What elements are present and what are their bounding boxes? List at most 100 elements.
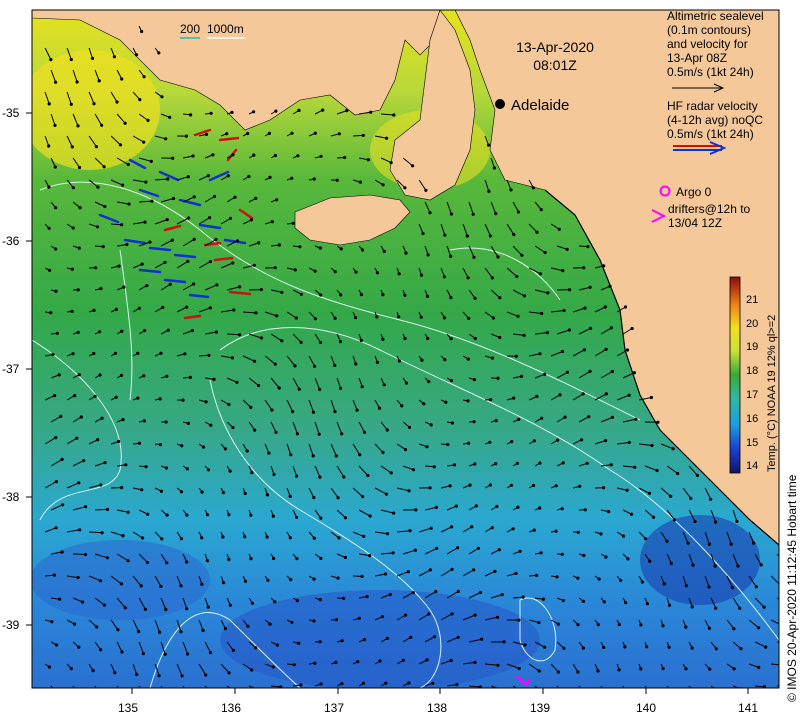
velocity-arrow-head bbox=[476, 546, 480, 550]
velocity-arrow-head bbox=[639, 623, 643, 627]
velocity-arrow-head bbox=[145, 284, 149, 288]
velocity-arrow-head bbox=[142, 374, 146, 378]
velocity-arrow-head bbox=[161, 305, 165, 309]
velocity-arrow-head bbox=[713, 564, 717, 568]
velocity-arrow-head bbox=[490, 276, 494, 280]
velocity-arrow-head bbox=[150, 199, 154, 203]
velocity-arrow-head bbox=[732, 667, 736, 671]
velocity-arrow-head bbox=[581, 646, 586, 650]
velocity-arrow-head bbox=[708, 667, 712, 671]
velocity-arrow-head bbox=[100, 531, 104, 535]
velocity-arrow-head bbox=[185, 607, 189, 611]
velocity-arrow-head bbox=[354, 362, 358, 366]
velocity-arrow-head bbox=[532, 439, 537, 443]
velocity-arrow-head bbox=[53, 688, 56, 691]
velocity-arrow-head bbox=[389, 161, 393, 165]
velocity-arrow-head bbox=[540, 416, 544, 420]
legend-drifter-line2: 13/04 12Z bbox=[668, 216, 722, 230]
velocity-arrow-head bbox=[208, 260, 212, 264]
velocity-arrow-head bbox=[358, 180, 362, 184]
velocity-arrow-head bbox=[55, 643, 59, 647]
velocity-arrow-head bbox=[604, 347, 608, 351]
velocity-arrow-head bbox=[317, 432, 321, 436]
velocity-arrow-head bbox=[293, 364, 297, 368]
velocity-arrow-head bbox=[366, 473, 370, 478]
velocity-arrow-head bbox=[339, 386, 343, 390]
velocity-arrow-head bbox=[624, 601, 628, 605]
adelaide-label: Adelaide bbox=[511, 97, 569, 114]
lon-tick-140: 140 bbox=[636, 701, 656, 715]
velocity-arrow-head bbox=[321, 108, 325, 112]
velocity-arrow-head bbox=[556, 670, 561, 674]
velocity-arrow-head bbox=[617, 622, 621, 627]
velocity-arrow-head bbox=[546, 291, 550, 295]
velocity-arrow-head bbox=[467, 316, 471, 320]
velocity-arrow-head bbox=[318, 598, 322, 602]
velocity-arrow-head bbox=[537, 669, 541, 673]
velocity-arrow-head bbox=[266, 578, 270, 582]
velocity-arrow-head bbox=[586, 245, 590, 249]
velocity-arrow-head bbox=[557, 227, 561, 231]
velocity-arrow-head bbox=[145, 560, 150, 565]
velocity-arrow-head bbox=[235, 239, 240, 243]
velocity-arrow-head bbox=[684, 625, 688, 629]
velocity-arrow-head bbox=[470, 525, 474, 529]
velocity-arrow-head bbox=[757, 626, 761, 630]
velocity-arrow-head bbox=[246, 624, 250, 628]
velocity-arrow-head bbox=[560, 349, 565, 354]
velocity-arrow-head bbox=[119, 582, 123, 586]
velocity-arrow-head bbox=[509, 188, 513, 192]
velocity-arrow-head bbox=[238, 333, 242, 337]
velocity-arrow-head bbox=[381, 183, 385, 187]
velocity-arrow-head bbox=[204, 400, 208, 404]
velocity-arrow-head bbox=[267, 131, 271, 135]
velocity-arrow-head bbox=[231, 648, 235, 653]
velocity-arrow-head bbox=[163, 652, 167, 656]
velocity-arrow-head bbox=[493, 569, 497, 573]
velocity-arrow-head bbox=[661, 624, 665, 628]
cold-patch bbox=[220, 590, 540, 688]
velocity-arrow-head bbox=[343, 516, 348, 520]
velocity-arrow-head bbox=[617, 668, 621, 672]
velocity-arrow-head bbox=[96, 185, 100, 189]
velocity-arrow-head bbox=[562, 694, 565, 697]
velocity-arrow-head bbox=[273, 600, 277, 604]
velocity-arrow-head bbox=[543, 250, 547, 255]
velocity-arrow-head bbox=[554, 529, 558, 533]
velocity-arrow-head bbox=[185, 305, 189, 309]
velocity-arrow-head bbox=[227, 513, 231, 517]
velocity-arrow-head bbox=[157, 674, 161, 678]
velocity-arrow-head bbox=[274, 430, 278, 434]
velocity-arrow-head bbox=[604, 439, 608, 443]
velocity-arrow-head bbox=[449, 337, 453, 341]
velocity-arrow-head bbox=[468, 483, 472, 487]
velocity-arrow-head bbox=[478, 590, 483, 595]
velocity-arrow-head bbox=[333, 270, 337, 274]
velocity-arrow-head bbox=[739, 647, 743, 651]
velocity-arrow-head bbox=[92, 351, 96, 356]
velocity-arrow-head bbox=[318, 640, 322, 644]
scale-1000-label: 1000m bbox=[207, 22, 244, 36]
velocity-arrow-head bbox=[236, 692, 239, 695]
velocity-arrow-head bbox=[77, 165, 82, 170]
velocity-arrow-head bbox=[268, 622, 272, 626]
velocity-arrow-head bbox=[450, 421, 455, 425]
velocity-arrow-head bbox=[164, 466, 169, 470]
velocity-arrow-head bbox=[146, 118, 150, 122]
velocity-arrow-head bbox=[333, 410, 337, 414]
velocity-arrow-head bbox=[488, 234, 492, 238]
velocity-arrow-head bbox=[73, 394, 77, 398]
velocity-arrow-head bbox=[47, 185, 51, 189]
velocity-arrow-head bbox=[494, 212, 498, 216]
velocity-arrow-head bbox=[496, 376, 500, 380]
velocity-arrow-head bbox=[235, 380, 239, 384]
velocity-arrow-head bbox=[707, 542, 712, 546]
velocity-arrow-head bbox=[206, 468, 211, 472]
velocity-arrow-head bbox=[668, 689, 671, 692]
velocity-arrow-head bbox=[58, 597, 62, 601]
velocity-arrow-head bbox=[221, 491, 225, 495]
velocity-arrow-head bbox=[77, 373, 81, 377]
velocity-arrow-head bbox=[336, 576, 340, 580]
date-label: 13-Apr-2020 bbox=[516, 39, 594, 55]
cold-patch bbox=[32, 540, 210, 620]
